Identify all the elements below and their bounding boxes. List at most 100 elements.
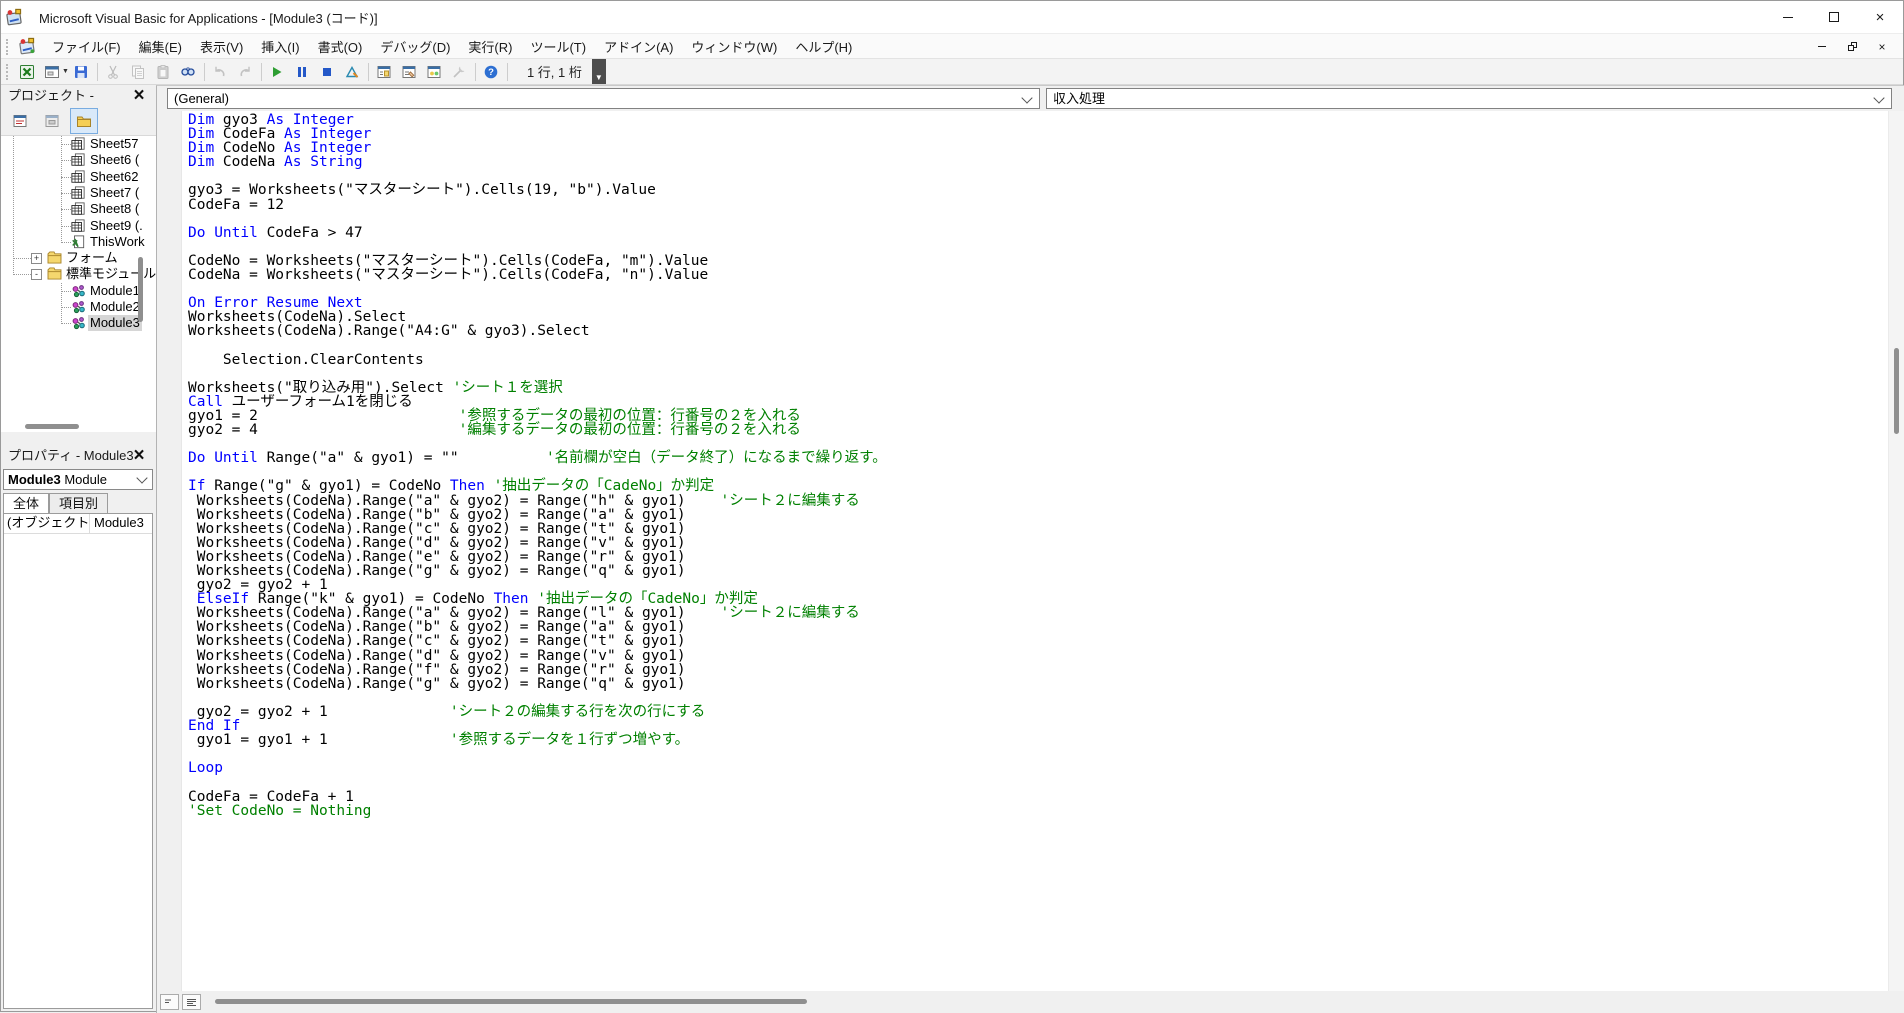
tree-item-forms-folder[interactable]: +フォーム (1, 250, 156, 266)
find-button[interactable] (176, 60, 201, 83)
toolbar-separator (204, 63, 205, 81)
paste-button[interactable] (151, 60, 176, 83)
maximize-button[interactable] (1811, 1, 1857, 33)
properties-grid: (オブジェクト名) Module3 (3, 513, 153, 1009)
mdi-restore-button[interactable] (1845, 40, 1859, 54)
properties-object-dropdown[interactable]: Module3 Module (3, 469, 153, 490)
redo-button[interactable] (233, 60, 258, 83)
tree-item-module3[interactable]: Module3 (1, 315, 156, 331)
project-tree-horizontal-scrollbar[interactable] (25, 424, 79, 429)
project-panel-close-button[interactable]: × (129, 86, 149, 106)
menu-view[interactable]: 表示(V) (191, 37, 252, 58)
toolbar-separator (507, 63, 508, 81)
code-horizontal-scrollbar[interactable] (201, 991, 1904, 1013)
object-browser-button[interactable] (422, 60, 447, 83)
view-excel-button[interactable] (14, 60, 39, 83)
minimize-button[interactable] (1765, 1, 1811, 33)
chevron-down-icon (1873, 92, 1884, 103)
code-vertical-scrollbar[interactable] (1888, 111, 1904, 991)
code-editor[interactable]: Dim gyo3 As IntegerDim CodeFa As Integer… (156, 111, 1904, 991)
tree-item-sheet62[interactable]: Sheet62 (1, 169, 156, 185)
tree-connector (61, 144, 71, 146)
menu-help[interactable]: ヘルプ(H) (786, 37, 861, 58)
insert-userform-button-dropdown-arrow[interactable]: ▼ (62, 68, 69, 75)
tree-item-label: Sheet8 ( (88, 201, 141, 217)
menu-tools[interactable]: ツール(T) (521, 37, 595, 58)
menu-run[interactable]: 実行(R) (459, 37, 521, 58)
view-object-button[interactable] (38, 108, 66, 134)
reset-button[interactable] (315, 60, 340, 83)
vba-app-icon (4, 8, 24, 27)
full-module-view-button[interactable] (182, 994, 201, 1010)
properties-panel-close-button[interactable]: × (129, 446, 149, 466)
menubar-gripper[interactable] (6, 39, 11, 55)
cut-button[interactable] (101, 60, 126, 83)
procedure-view-button[interactable] (160, 994, 179, 1010)
close-button[interactable]: × (1857, 1, 1903, 33)
expand-icon[interactable]: + (31, 253, 42, 264)
sheet-icon (71, 170, 85, 184)
mdi-minimize-button[interactable] (1815, 40, 1829, 54)
properties-window-button[interactable] (397, 60, 422, 83)
code-line: gyo3 = Worksheets("マスターシート").Cells(19, "… (188, 183, 887, 197)
save-button[interactable] (69, 60, 94, 83)
code-margin-indicator-bar (157, 111, 182, 991)
collapse-icon[interactable]: - (31, 269, 42, 280)
toolbar-separator (368, 63, 369, 81)
tree-item-label: ThisWork (88, 234, 147, 250)
tree-item-sheet8[interactable]: Sheet8 ( (1, 201, 156, 217)
tree-item-module2[interactable]: Module2 (1, 299, 156, 315)
project-panel-toolbar (1, 107, 156, 135)
code-line: On Error Resume Next (188, 296, 887, 310)
tab-alphabetic[interactable]: 全体 (3, 493, 49, 514)
tab-categorized[interactable]: 項目別 (49, 493, 108, 514)
menu-insert[interactable]: 挿入(I) (252, 37, 308, 58)
break-button[interactable] (290, 60, 315, 83)
workbook-icon (71, 235, 85, 249)
menu-addins[interactable]: アドイン(A) (595, 37, 682, 58)
property-row[interactable]: (オブジェクト名) Module3 (4, 514, 152, 534)
toolbar-options-button[interactable]: ▼ (592, 59, 606, 84)
code-line (188, 691, 887, 705)
mdi-close-button[interactable]: × (1875, 40, 1889, 54)
insert-userform-button[interactable] (39, 60, 64, 83)
tree-connector (61, 307, 71, 309)
menu-edit[interactable]: 編集(E) (130, 37, 191, 58)
tree-item-thisworkbook[interactable]: ThisWork (1, 234, 156, 250)
menu-debug[interactable]: デバッグ(D) (371, 37, 459, 58)
menu-window[interactable]: ウィンドウ(W) (682, 37, 786, 58)
code-line: CodeNa = Worksheets("マスターシート").Cells(Cod… (188, 268, 887, 282)
tree-item-sheet57[interactable]: Sheet57 (1, 136, 156, 152)
toolbar-gripper[interactable] (6, 64, 11, 80)
menu-file[interactable]: ファイル(F) (43, 37, 130, 58)
view-code-button[interactable] (6, 108, 34, 134)
toolbox-button[interactable] (447, 60, 472, 83)
code-horizontal-scrollbar-thumb[interactable] (215, 999, 807, 1004)
toggle-folders-button[interactable] (70, 108, 98, 134)
code-line: gyo1 = gyo1 + 1 '参照するデータを１行ずつ増やす。 (188, 733, 887, 747)
procedure-dropdown[interactable]: 収入処理 (1046, 88, 1892, 109)
code-line: Worksheets(CodeNa).Range("b" & gyo2) = R… (188, 620, 887, 634)
code-line (188, 367, 887, 381)
design-mode-button[interactable] (340, 60, 365, 83)
code-line: End If (188, 719, 887, 733)
code-vertical-scrollbar-thumb[interactable] (1894, 348, 1899, 434)
vba-editor-window: Microsoft Visual Basic for Applications … (0, 0, 1904, 1012)
run-button[interactable] (265, 60, 290, 83)
tree-item-modules-folder[interactable]: -標準モジュール (1, 266, 156, 282)
tree-item-sheet9[interactable]: Sheet9 (. (1, 218, 156, 234)
project-explorer-button[interactable] (372, 60, 397, 83)
tree-item-module1[interactable]: Module1 (1, 283, 156, 299)
copy-button[interactable] (126, 60, 151, 83)
object-dropdown[interactable]: (General) (167, 88, 1040, 109)
tree-item-sheet6[interactable]: Sheet6 ( (1, 152, 156, 168)
help-button[interactable]: ? (479, 60, 504, 83)
code-line: Selection.ClearContents (188, 353, 887, 367)
undo-button[interactable] (208, 60, 233, 83)
object-dropdown-value: (General) (174, 91, 229, 106)
chevron-down-icon (136, 472, 147, 483)
project-tree-vertical-scrollbar[interactable] (138, 257, 143, 322)
svg-text:?: ? (489, 67, 495, 78)
tree-item-sheet7[interactable]: Sheet7 ( (1, 185, 156, 201)
menu-format[interactable]: 書式(O) (309, 37, 372, 58)
